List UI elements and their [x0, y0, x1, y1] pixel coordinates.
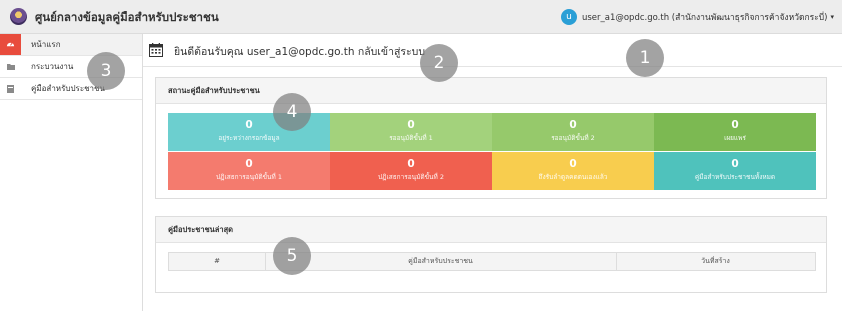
status-count: 0 — [245, 158, 253, 170]
callout-marker-3: 3 — [87, 52, 125, 90]
status-label: เผยแพร่ — [724, 134, 746, 142]
top-navbar: ศูนย์กลางข้อมูลคู่มือสำหรับประชาชน u use… — [0, 0, 842, 34]
app-title[interactable]: ศูนย์กลางข้อมูลคู่มือสำหรับประชาชน — [35, 9, 219, 27]
welcome-bar: ยินดีต้อนรับคุณ user_a1@opdc.go.th กลับเ… — [143, 34, 842, 67]
status-label: ถึงรับลำดูลคดตนเองแล้ว — [538, 173, 608, 181]
status-label: อยู่ระหว่างกรอกข้อมูล — [218, 134, 280, 142]
status-count: 0 — [731, 158, 739, 170]
status-card-returned[interactable]: 0 ถึงรับลำดูลคดตนเองแล้ว — [492, 152, 654, 190]
status-label: ปฏิเสธการอนุมัติขั้นที่ 2 — [378, 173, 444, 181]
status-label: รออนุมัติขั้นที่ 1 — [389, 134, 433, 142]
status-count: 0 — [731, 119, 739, 131]
dashboard-icon — [0, 34, 21, 55]
status-card-rejected-1[interactable]: 0 ปฏิเสธการอนุมัติขั้นที่ 1 — [168, 152, 330, 190]
recent-panel-title: คู่มือประชาชนล่าสุด — [156, 217, 826, 243]
status-label: คู่มือสำหรับประชาชนทั้งหมด — [694, 173, 776, 181]
sidebar-item-label: หน้าแรก — [31, 40, 61, 49]
welcome-message: ยินดีต้อนรับคุณ user_a1@opdc.go.th กลับเ… — [174, 46, 425, 58]
status-label: ปฏิเสธการอนุมัติขั้นที่ 1 — [216, 173, 282, 181]
user-label[interactable]: user_a1@opdc.go.th (สำนักงานพัฒนาธุรกิจก… — [582, 10, 828, 24]
recent-table-header: # คู่มือสำหรับประชาชน วันที่สร้าง — [168, 252, 816, 271]
callout-marker-4: 4 — [273, 93, 311, 131]
status-card-published[interactable]: 0 เผยแพร่ — [654, 113, 816, 151]
caret-down-icon[interactable]: ▾ — [830, 13, 834, 21]
sidebar-item-label: กระบวนงาน — [31, 62, 74, 71]
column-header-manual[interactable]: คู่มือสำหรับประชาชน — [265, 253, 617, 270]
column-header-number[interactable]: # — [169, 253, 266, 270]
user-menu[interactable]: u user_a1@opdc.go.th (สำนักงานพัฒนาธุรกิ… — [560, 9, 834, 25]
status-count: 0 — [407, 119, 415, 131]
callout-marker-5: 5 — [273, 237, 311, 275]
status-panel: สถานะคู่มือสำหรับประชาชน 0 อยู่ระหว่างกร… — [155, 77, 827, 199]
sidebar-item-home[interactable]: หน้าแรก — [0, 34, 142, 56]
status-panel-title: สถานะคู่มือสำหรับประชาชน — [156, 78, 826, 104]
recent-panel: คู่มือประชาชนล่าสุด # คู่มือสำหรับประชาช… — [155, 216, 827, 293]
status-card-pending-1[interactable]: 0 รออนุมัติขั้นที่ 1 — [330, 113, 492, 151]
callout-marker-2: 2 — [420, 44, 458, 82]
status-card-rejected-2[interactable]: 0 ปฏิเสธการอนุมัติขั้นที่ 2 — [330, 152, 492, 190]
status-count: 0 — [407, 158, 415, 170]
logo-icon[interactable] — [10, 8, 27, 25]
status-card-pending-2[interactable]: 0 รออนุมัติขั้นที่ 2 — [492, 113, 654, 151]
main-content: ยินดีต้อนรับคุณ user_a1@opdc.go.th กลับเ… — [143, 34, 842, 311]
status-grid: 0 อยู่ระหว่างกรอกข้อมูล 0 รออนุมัติขั้นท… — [168, 113, 816, 190]
status-count: 0 — [569, 158, 577, 170]
status-count: 0 — [569, 119, 577, 131]
folder-icon — [0, 56, 21, 77]
status-card-total[interactable]: 0 คู่มือสำหรับประชาชนทั้งหมด — [654, 152, 816, 190]
calendar-icon — [149, 43, 163, 57]
user-avatar[interactable]: u — [560, 9, 577, 25]
callout-marker-1: 1 — [626, 39, 664, 77]
column-header-created-date[interactable]: วันที่สร้าง — [616, 253, 815, 270]
book-icon — [0, 78, 21, 99]
status-label: รออนุมัติขั้นที่ 2 — [551, 134, 595, 142]
